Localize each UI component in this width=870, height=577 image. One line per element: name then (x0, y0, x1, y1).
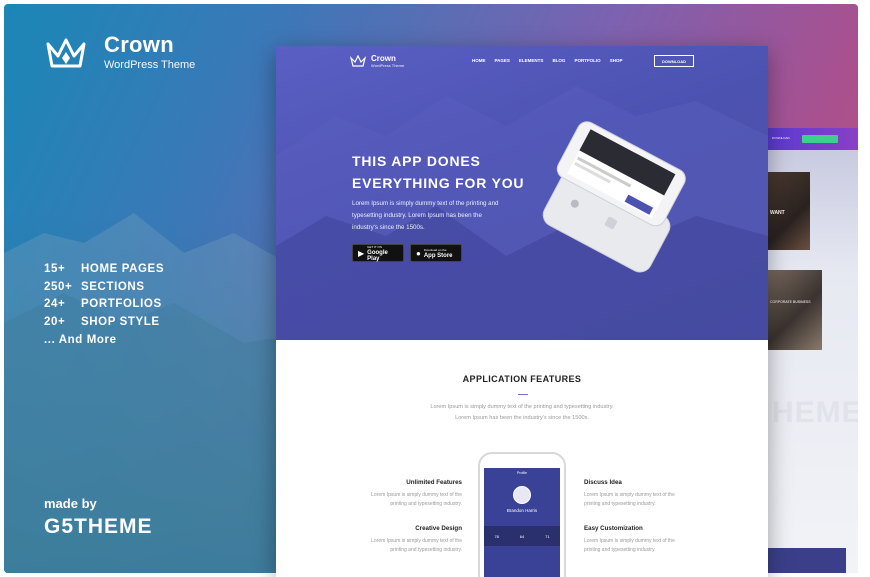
site-mockup: Crown WordPress Theme HOME PAGES ELEMENT… (276, 46, 768, 577)
feature-more: ... And More (44, 334, 117, 347)
feature-block: Discuss Idea Lorem Ipsum is simply dummy… (584, 478, 684, 509)
background-photo: WANT (768, 172, 810, 250)
hero-phones-illustration (542, 121, 686, 273)
feature-text: Lorem Ipsum is simply dummy text of the … (584, 492, 675, 507)
feature-block: Unlimited Features Lorem Ipsum is simply… (362, 478, 462, 509)
feature-text: Lorem Ipsum is simply dummy text of the … (371, 538, 462, 553)
feature-item: 20+ SHOP STYLE (44, 316, 160, 329)
play-icon: ▶ (358, 248, 365, 258)
download-button[interactable]: DOWNLOAD (654, 55, 694, 67)
maker-name: G5THEME (44, 515, 153, 538)
google-play-button[interactable]: ▶ GET IT ON Google Play (352, 244, 404, 262)
stat-value: 71 (545, 533, 550, 539)
section-description: Lorem Ipsum is simply dummy text of the … (430, 404, 614, 421)
nav-item-portfolio[interactable]: PORTFOLIO (574, 58, 600, 63)
background-nav: DOWNLOAD (768, 128, 858, 150)
background-nav-label: DOWNLOAD (772, 136, 790, 140)
feature-item: 15+ HOME PAGES (44, 262, 165, 275)
feature-text: Lorem Ipsum is simply dummy text of the … (584, 538, 675, 553)
background-footer (768, 548, 846, 573)
nav-logo-name: Crown (371, 54, 396, 63)
app-screen: Profile Brandon Harris 78 64 71 (484, 468, 560, 577)
avatar (513, 486, 531, 504)
background-watermark-text: HEME (772, 396, 858, 429)
crown-icon (46, 38, 86, 67)
crown-icon (350, 55, 366, 67)
feature-item: 250+ SECTIONS (44, 280, 145, 293)
apple-icon: ● (416, 248, 421, 258)
nav-item-home[interactable]: HOME (472, 58, 486, 63)
hero-description: Lorem Ipsum is simply dummy text of the … (352, 200, 499, 231)
brand-subtitle: WordPress Theme (104, 59, 196, 71)
top-nav: Crown WordPress Theme HOME PAGES ELEMENT… (276, 46, 768, 80)
app-user-name: Brandon Harris (506, 508, 538, 513)
feature-title: Creative Design (415, 525, 462, 532)
app-phone-mockup: Profile Brandon Harris 78 64 71 (478, 452, 566, 577)
feature-title: Easy Customization (584, 525, 643, 532)
stat-value: 64 (519, 533, 525, 539)
brand: Crown WordPress Theme (44, 32, 195, 71)
background-nav-button (802, 135, 838, 143)
nav-item-pages[interactable]: PAGES (495, 58, 510, 63)
brand-name: Crown (104, 32, 174, 57)
nav-menu: HOME PAGES ELEMENTS BLOG PORTFOLIO SHOP (472, 58, 631, 63)
nav-item-elements[interactable]: ELEMENTS (519, 58, 544, 63)
app-stats: 78 64 71 (484, 526, 560, 546)
background-photo: CORPORATE BUSINESS (768, 270, 822, 350)
feature-title: Discuss Idea (584, 479, 622, 486)
nav-item-blog[interactable]: BLOG (552, 58, 565, 63)
made-by-label: made by (44, 496, 97, 511)
nav-logo[interactable]: Crown WordPress Theme (350, 54, 404, 68)
maker-credit: made by G5THEME (44, 496, 153, 539)
background-page-preview: DOWNLOAD WANT CORPORATE BUSINESS HEME (768, 128, 858, 573)
section-divider (518, 394, 528, 395)
section-title: APPLICATION FEATURES (462, 374, 582, 384)
hero-section: Crown WordPress Theme HOME PAGES ELEMENT… (276, 46, 768, 340)
feature-block: Easy Customization Lorem Ipsum is simply… (584, 524, 684, 555)
feature-item: 24+ PORTFOLIOS (44, 298, 162, 311)
feature-list: 15+ HOME PAGES 250+ SECTIONS 24+ PORTFOLIOS… (44, 260, 164, 349)
feature-block: Creative Design Lorem Ipsum is simply du… (362, 524, 462, 555)
nav-logo-sub: WordPress Theme (371, 63, 405, 68)
nav-item-shop[interactable]: SHOP (610, 58, 623, 63)
app-screen-title: Profile (517, 471, 527, 475)
app-store-button[interactable]: ● Download on the App Store (410, 244, 462, 262)
feature-title: Unlimited Features (406, 479, 462, 486)
feature-text: Lorem Ipsum is simply dummy text of the … (371, 492, 462, 507)
stat-value: 78 (494, 533, 499, 539)
